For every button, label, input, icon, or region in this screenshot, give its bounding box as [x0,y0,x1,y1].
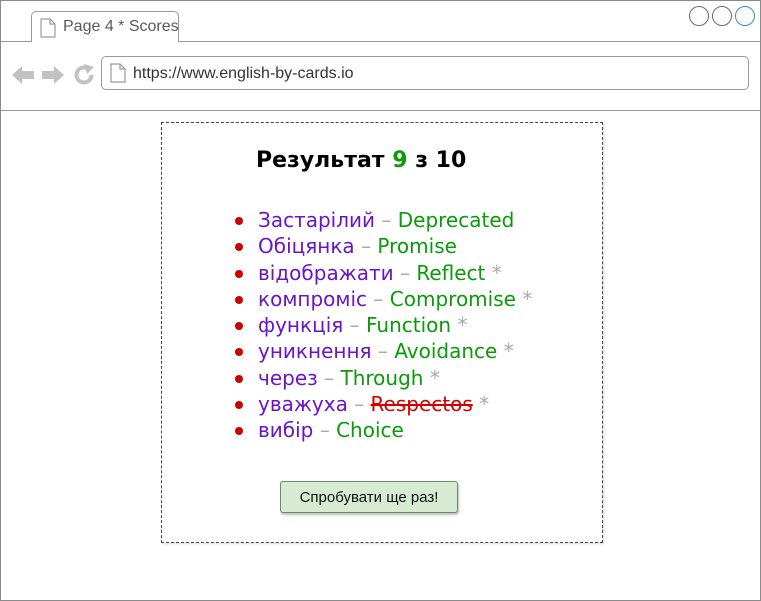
word-item: відображати – Reflect * [234,260,532,286]
result-total: 10 [435,148,467,173]
word-english: Choice [336,418,404,443]
browser-window: Page 4 * Scores https://www.english-by-c… [0,0,761,601]
word-dash: – [373,286,384,311]
word-ukrainian: уважуха [258,392,348,417]
result-score: 9 [392,148,408,173]
bullet-icon [235,217,243,225]
word-ukrainian: Обіцянка [258,234,355,259]
word-dash: – [319,418,330,443]
reload-icon[interactable] [72,63,96,87]
word-item: компроміс – Compromise * [234,286,532,312]
word-item: уникнення – Avoidance * [234,338,532,364]
word-english: Respectos [370,392,473,417]
word-dash: – [324,365,335,390]
word-dash: – [354,392,365,417]
word-mark: * [457,313,468,338]
bullet-icon [235,295,243,304]
bullet-icon [235,243,243,252]
forward-arrow-icon[interactable] [41,64,65,86]
bullet-icon [235,269,243,278]
word-english: Promise [377,234,457,259]
word-ukrainian: відображати [258,260,394,285]
tab-scores[interactable]: Page 4 * Scores [31,11,179,42]
url-text: https://www.english-by-cards.io [133,65,354,82]
word-mark: * [429,365,440,390]
word-item: вибір – Choice [234,417,532,443]
word-dash: – [399,260,410,285]
address-bar[interactable]: https://www.english-by-cards.io [101,56,749,90]
word-mark: * [479,392,490,417]
retry-button[interactable]: Спробувати ще раз! [280,481,458,513]
tab-bar: Page 4 * Scores [1,1,760,42]
word-item: уважуха – Respectos * [234,391,532,417]
word-item: функція – Function * [234,312,532,338]
word-ukrainian: компроміс [258,286,368,311]
result-label: Результат [256,148,385,173]
word-ukrainian: через [258,365,318,390]
maximize-button[interactable] [712,6,732,26]
word-item: Застарілий – Deprecated [234,207,532,233]
window-controls [689,6,755,26]
result-separator: з [415,148,428,173]
word-english: Function [366,313,452,338]
word-item: через – Through * [234,365,532,391]
bullet-icon [235,374,243,383]
tab-title: Page 4 * Scores [63,18,179,35]
back-arrow-icon[interactable] [11,64,35,86]
word-item: Обіцянка – Promise [234,233,532,259]
word-dash: – [381,208,392,232]
word-dash: – [349,313,360,338]
word-english: Compromise [389,286,516,311]
word-dash: – [361,234,372,259]
word-mark: * [522,286,533,311]
word-ukrainian: вибір [258,418,314,443]
close-button[interactable] [735,6,755,26]
word-english: Reflect [416,260,486,285]
word-mark: * [491,260,502,285]
minimize-button[interactable] [689,6,709,26]
toolbar: https://www.english-by-cards.io [1,42,760,111]
document-icon [40,18,56,38]
word-english: Deprecated [397,208,515,232]
word-ukrainian: Застарілий [258,208,376,232]
bullet-icon [235,348,243,357]
results-card: Результат 9 з 10 Застарілий – Deprecated… [161,122,603,543]
bullet-icon [235,427,243,436]
document-icon [110,63,126,83]
word-english: Avoidance [394,339,498,364]
word-english: Through [340,365,424,390]
result-heading: Результат 9 з 10 [256,148,466,173]
word-list: Застарілий – Deprecated Обіцянка – Promis… [234,207,532,444]
word-ukrainian: уникнення [258,339,372,364]
word-ukrainian: функція [258,313,344,338]
bullet-icon [235,322,243,331]
word-dash: – [377,339,388,364]
bullet-icon [235,401,243,410]
word-mark: * [503,339,514,364]
